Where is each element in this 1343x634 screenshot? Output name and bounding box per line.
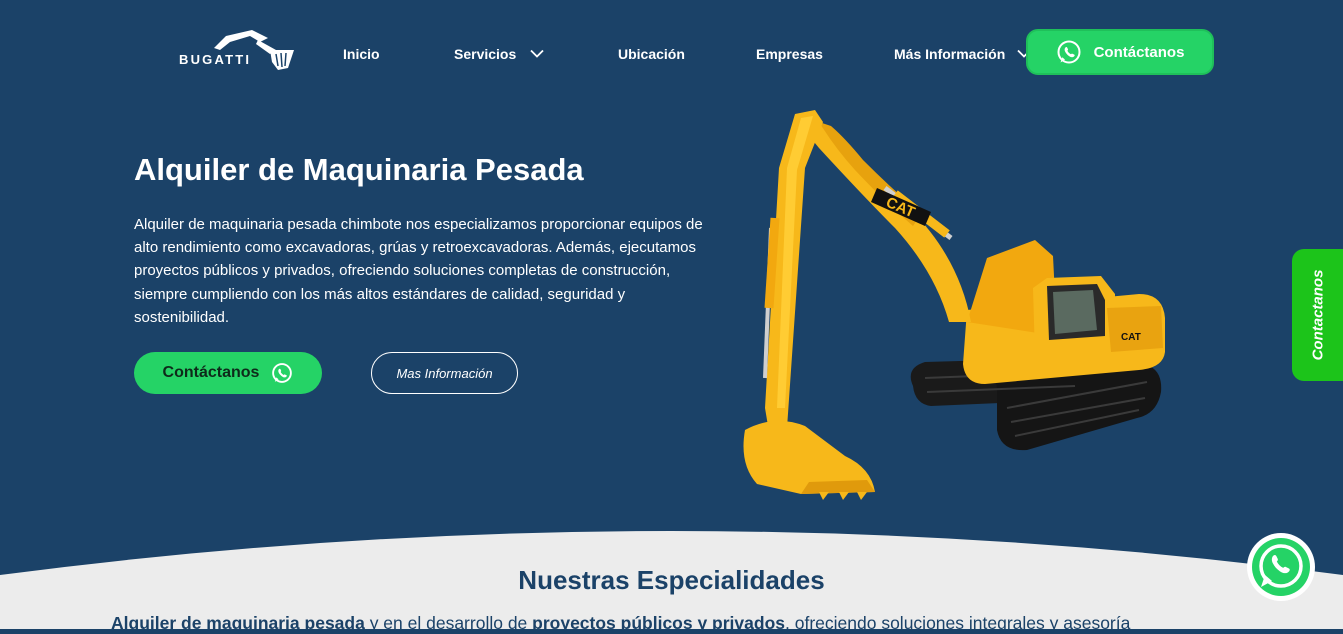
specialty-text: , ofreciendo soluciones integrales y ase… xyxy=(785,613,1131,633)
nav-label: Más Información xyxy=(894,46,1006,62)
specialty-highlight: proyectos públicos y privados xyxy=(532,613,786,633)
chevron-down-icon xyxy=(530,50,544,59)
nav-label: Ubicación xyxy=(618,46,685,62)
hero-more-info-label: Mas Información xyxy=(396,365,493,381)
nav-item-inicio[interactable]: Inicio xyxy=(343,45,380,63)
side-contact-tab-label: Contactanos xyxy=(1309,269,1326,361)
nav-label: Inicio xyxy=(343,46,380,62)
header-contact-label: Contáctanos xyxy=(1093,43,1185,61)
whatsapp-icon xyxy=(1247,533,1315,601)
hero-contact-label: Contáctanos xyxy=(162,364,260,381)
specialty-highlight: Alquiler de maquinaria pesada xyxy=(111,613,365,633)
nav-item-servicios[interactable]: Servicios xyxy=(454,45,544,63)
nav-item-ubicacion[interactable]: Ubicación xyxy=(618,45,685,63)
hero-description: Alquiler de maquinaria pesada chimbote n… xyxy=(134,216,703,326)
specialties-intro: Alquiler de maquinaria pesada y en el de… xyxy=(111,613,1311,634)
nav-item-empresas[interactable]: Empresas xyxy=(756,45,823,63)
nav-item-mas-informacion[interactable]: Más Información xyxy=(894,45,1031,63)
side-contact-tab[interactable]: Contactanos xyxy=(1292,249,1343,381)
whatsapp-icon xyxy=(1057,40,1081,64)
svg-text:CAT: CAT xyxy=(1121,332,1141,343)
site-header: BUGATTI Inicio Servicios Ubicación Empre… xyxy=(0,0,1343,106)
hero-contact-button[interactable]: Contáctanos xyxy=(134,352,322,394)
brand-logo[interactable]: BUGATTI xyxy=(178,28,298,74)
nav-label: Servicios xyxy=(454,46,517,62)
excavator-image: CAT CAT xyxy=(743,110,1165,500)
whatsapp-icon xyxy=(272,363,293,383)
header-contact-button[interactable]: Contáctanos xyxy=(1026,29,1214,75)
hero-title: Alquiler de Maquinaria Pesada xyxy=(134,152,584,187)
hero-more-info-button[interactable]: Mas Información xyxy=(371,352,518,394)
whatsapp-float-button[interactable] xyxy=(1244,531,1318,605)
specialties-title: Nuestras Especialidades xyxy=(518,565,825,595)
brand-name: BUGATTI xyxy=(179,52,252,67)
nav-label: Empresas xyxy=(756,46,823,62)
specialty-text: y en el desarrollo de xyxy=(364,613,533,633)
